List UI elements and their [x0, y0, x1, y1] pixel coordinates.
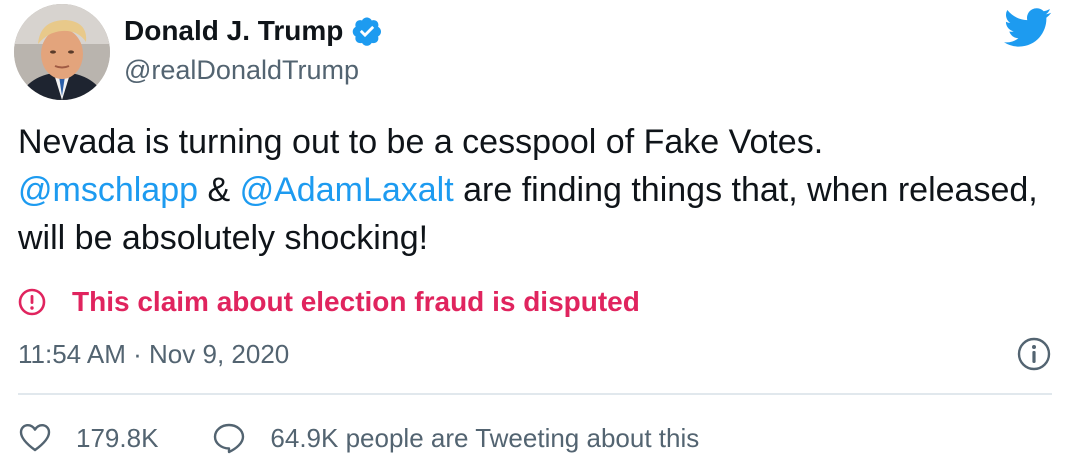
- avatar[interactable]: [14, 4, 110, 100]
- mention-mschlapp[interactable]: @mschlapp: [18, 171, 198, 209]
- tweet-actions: 179.8K 64.9K people are Tweeting about t…: [18, 418, 699, 458]
- tweet-connector: &: [198, 171, 240, 209]
- avatar-image: [14, 4, 110, 100]
- exclamation-circle-icon: [18, 288, 46, 316]
- verified-badge-icon: [351, 15, 383, 47]
- info-circle-icon[interactable]: [1016, 336, 1052, 372]
- tweeting-about-this-text: 64.9K people are Tweeting about this: [270, 423, 700, 453]
- tweet-card: Donald J. Trump @realDonaldTrump Nevada …: [0, 0, 1080, 468]
- author-display-name[interactable]: Donald J. Trump: [124, 12, 343, 50]
- author-name-row: Donald J. Trump: [124, 12, 383, 50]
- twitter-bird-icon[interactable]: [1004, 8, 1052, 48]
- disputed-claim-text: This claim about election fraud is dispu…: [72, 286, 640, 317]
- tweeting-about-this-button[interactable]: 64.9K people are Tweeting about this: [212, 418, 699, 458]
- heart-icon: [19, 424, 51, 452]
- tweet-timestamp[interactable]: 11:54 AM · Nov 9, 2020: [18, 336, 289, 372]
- speech-bubble-icon: [214, 423, 245, 454]
- like-count: 179.8K: [76, 423, 159, 453]
- tweet-text-part1: Nevada is turning out to be a cesspool o…: [18, 123, 824, 161]
- mention-adamlaxalt[interactable]: @AdamLaxalt: [240, 171, 454, 209]
- like-button[interactable]: 179.8K: [18, 418, 158, 458]
- author-handle[interactable]: @realDonaldTrump: [124, 52, 359, 88]
- disputed-claim-notice[interactable]: This claim about election fraud is dispu…: [18, 282, 640, 322]
- divider: [18, 393, 1052, 395]
- tweet-text: Nevada is turning out to be a cesspool o…: [18, 118, 1058, 262]
